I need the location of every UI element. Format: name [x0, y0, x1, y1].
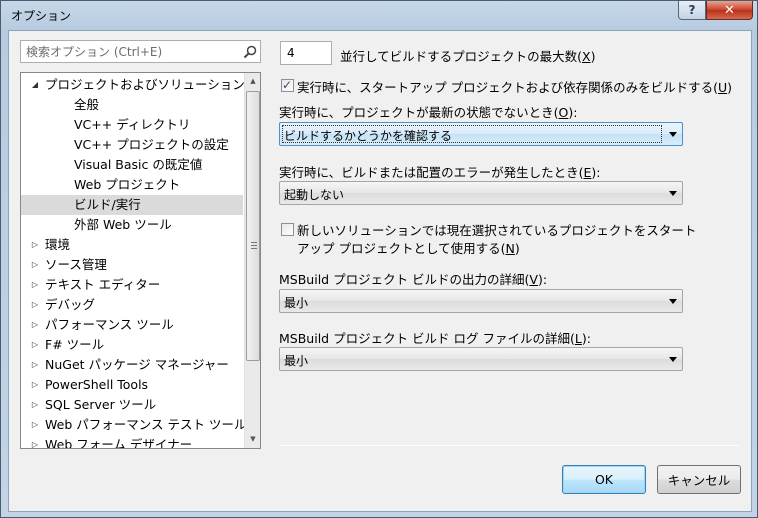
tree-item[interactable]: Web プロジェクト — [21, 175, 243, 195]
outdated-select[interactable]: ビルドするかどうかを確認する — [279, 122, 683, 146]
search-input[interactable] — [21, 41, 236, 62]
only-startup-label[interactable]: 実行時に、スタートアップ プロジェクトおよび依存関係のみをビルドする(U) — [297, 77, 732, 96]
max-parallel-label: 並行してビルドするプロジェクトの最大数(X) — [340, 49, 596, 64]
new-solution-label-line1[interactable]: 新しいソリューションでは現在選択されているプロジェクトをスタート — [297, 220, 696, 239]
log-verbosity-label: MSBuild プロジェクト ビルド ログ ファイルの詳細(L): — [279, 331, 591, 346]
tree-item-label: Web プロジェクト — [74, 177, 181, 192]
search-box — [20, 40, 261, 63]
chevron-down-icon — [669, 357, 677, 362]
tree-item[interactable]: ▷ ソース管理 — [21, 255, 243, 275]
tree-scrollbar[interactable]: ▲ ▼ — [244, 73, 260, 448]
tree-item[interactable]: VC++ ディレクトリ — [21, 115, 243, 135]
search-icon[interactable] — [242, 44, 258, 60]
tree-item-label: F# ツール — [45, 337, 105, 352]
tree-item-label: SQL Server ツール — [45, 397, 157, 412]
tree-item-label: 環境 — [45, 237, 71, 252]
dialog-content: ◢ プロジェクトおよびソリューション全般 VC++ ディレクトリ VC++ プロジェク… — [8, 30, 752, 512]
close-button[interactable]: ✕ — [706, 1, 753, 20]
expand-arrow-icon[interactable]: ▷ — [29, 335, 41, 355]
tree-item[interactable]: ▷ テキスト エディター — [21, 275, 243, 295]
options-dialog: オプション ? ✕ ◢ プロジェクトおよびソリューション全般 VC++ ディレクトリ… — [0, 0, 758, 518]
tree-item[interactable]: ▷ Web パフォーマンス テスト ツール — [21, 415, 247, 435]
tree-item[interactable]: ▷ Web フォーム デザイナー — [21, 435, 243, 449]
expand-arrow-icon[interactable]: ▷ — [29, 375, 41, 395]
outdated-select-value: ビルドするかどうかを確認する — [284, 129, 453, 143]
title-bar: オプション ? ✕ — [1, 1, 757, 29]
expand-arrow-icon[interactable]: ▷ — [29, 315, 41, 335]
tree-item[interactable]: Visual Basic の既定値 — [21, 155, 243, 175]
outdated-label: 実行時に、プロジェクトが最新の状態でないとき(O): — [279, 105, 578, 120]
chevron-down-icon — [669, 132, 677, 137]
scroll-thumb[interactable] — [246, 91, 260, 361]
tree-item[interactable]: ◢ プロジェクトおよびソリューション — [21, 75, 245, 95]
tree-item-label: ソース管理 — [45, 257, 107, 272]
expand-arrow-icon[interactable]: ▷ — [29, 355, 41, 375]
tree-item[interactable]: ▷ デバッグ — [21, 295, 243, 315]
tree-item-label: NuGet パッケージ マネージャー — [45, 357, 229, 372]
only-startup-checkbox[interactable] — [281, 78, 294, 92]
divider — [279, 445, 739, 446]
tree-item-label: 外部 Web ツール — [74, 217, 172, 232]
cancel-button[interactable]: キャンセル — [657, 465, 741, 494]
new-solution-label-line2[interactable]: アップ プロジェクトとして使用する(N) — [297, 238, 520, 257]
scroll-up-icon[interactable]: ▲ — [245, 73, 260, 90]
expand-arrow-icon[interactable]: ▷ — [29, 275, 41, 295]
tree-item-label: Web フォーム デザイナー — [45, 437, 193, 449]
tree-item-label: テキスト エディター — [45, 277, 161, 292]
tree-item[interactable]: VC++ プロジェクトの設定 — [21, 135, 243, 155]
tree-item[interactable]: ▷ 環境 — [21, 235, 243, 255]
tree-item-label: パフォーマンス ツール — [45, 317, 174, 332]
log-verbosity-value: 最小 — [284, 354, 309, 368]
error-select[interactable]: 起動しない — [279, 181, 683, 205]
chevron-down-icon — [669, 191, 677, 196]
help-button[interactable]: ? — [678, 1, 706, 20]
window-title: オプション — [11, 9, 72, 23]
tree-item[interactable]: ▷ SQL Server ツール — [21, 395, 243, 415]
expand-arrow-icon[interactable]: ▷ — [29, 435, 41, 448]
max-parallel-input[interactable] — [280, 41, 332, 65]
expand-arrow-icon[interactable]: ▷ — [29, 255, 41, 275]
tree-item-label: デバッグ — [45, 297, 96, 312]
expand-arrow-icon[interactable]: ▷ — [29, 415, 41, 435]
tree-item[interactable]: ▷ F# ツール — [21, 335, 243, 355]
tree-item[interactable]: 外部 Web ツール — [21, 215, 243, 235]
tree-item-label: プロジェクトおよびソリューション — [45, 77, 245, 92]
log-verbosity-select[interactable]: 最小 — [279, 347, 683, 371]
output-verbosity-label: MSBuild プロジェクト ビルドの出力の詳細(V): — [279, 272, 548, 287]
new-solution-checkbox[interactable] — [281, 223, 294, 236]
error-label: 実行時に、ビルドまたは配置のエラーが発生したとき(E): — [279, 165, 601, 180]
ok-button[interactable]: OK — [562, 465, 646, 494]
expand-arrow-icon[interactable]: ▷ — [29, 295, 41, 315]
close-icon: ✕ — [724, 2, 735, 18]
tree-item-label: Web パフォーマンス テスト ツール — [45, 417, 247, 432]
error-select-value: 起動しない — [284, 188, 345, 202]
tree-item-label: Visual Basic の既定値 — [74, 157, 203, 172]
tree-item-label: PowerShell Tools — [45, 377, 149, 392]
tree-item[interactable]: ビルド/実行 — [21, 195, 243, 215]
tree-item-label: VC++ プロジェクトの設定 — [74, 137, 229, 152]
scroll-down-icon[interactable]: ▼ — [245, 431, 260, 448]
tree-item[interactable]: ▷ パフォーマンス ツール — [21, 315, 243, 335]
output-verbosity-select[interactable]: 最小 — [279, 289, 683, 313]
expand-arrow-icon[interactable]: ▷ — [29, 235, 41, 255]
expand-arrow-icon[interactable]: ▷ — [29, 395, 41, 415]
chevron-down-icon — [669, 299, 677, 304]
options-tree: ◢ プロジェクトおよびソリューション全般 VC++ ディレクトリ VC++ プロジェク… — [20, 72, 261, 449]
tree-item[interactable]: ▷ PowerShell Tools — [21, 375, 243, 395]
collapse-arrow-icon[interactable]: ◢ — [29, 75, 41, 95]
tree-item[interactable]: ▷ NuGet パッケージ マネージャー — [21, 355, 243, 375]
tree-item-label: ビルド/実行 — [74, 197, 141, 212]
tree-item-label: VC++ ディレクトリ — [74, 117, 191, 132]
tree-item-label: 全般 — [74, 97, 100, 112]
output-verbosity-value: 最小 — [284, 296, 309, 310]
tree-item[interactable]: 全般 — [21, 95, 243, 115]
